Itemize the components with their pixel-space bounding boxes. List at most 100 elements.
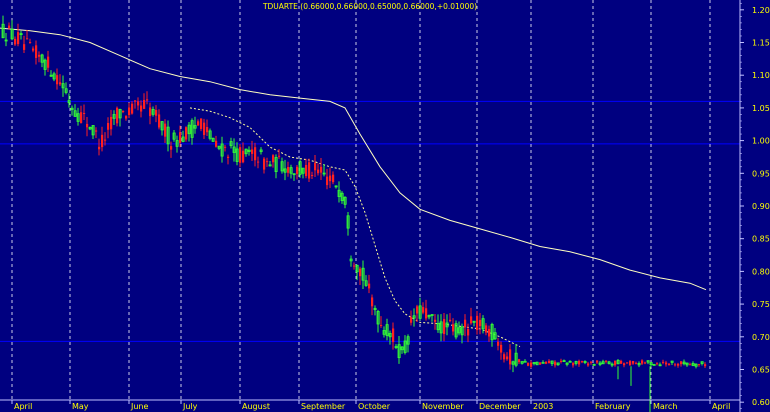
candle-body [17,32,20,45]
candle-body [479,319,482,327]
candle-body [305,165,308,177]
candle-body [311,175,314,177]
y-tick-label: 0.80 [752,267,770,276]
x-tick-label: September [301,402,346,411]
candle-body [578,360,581,365]
candle-body [572,363,575,366]
candle-body [98,146,101,150]
y-tick-label: 0.65 [752,365,770,374]
candle-body [359,268,362,277]
x-tick-label: June [130,402,149,411]
candle-body [320,166,323,173]
candle-body [206,127,209,133]
x-tick-label: July [182,402,198,411]
candle-body [95,130,98,132]
candle-body [26,38,29,40]
candle-body [368,283,371,289]
candle-body [641,360,644,364]
candle-body [242,150,245,163]
price-chart[interactable]: 1.20 1.15 1.10 1.05 1.00 0.95 0.90 0.85 0.80 0.75… [0,0,770,412]
x-tick-label: August [242,402,270,411]
candle-body [317,169,320,174]
candle-body [503,354,506,360]
x-tick-label: November [422,402,464,411]
x-tick-label: May [72,402,89,411]
candle-body [224,146,227,148]
candle-body [197,121,200,126]
candle-body [149,107,152,117]
y-tick-label: 1.10 [752,71,770,80]
candle-body [80,112,83,124]
candle-body [488,329,491,337]
candle-body [674,364,677,366]
y-tick-label: 0.70 [752,333,770,342]
x-tick-label: March [653,402,677,411]
candle-body [587,363,590,366]
candle-body [689,364,692,366]
candle-body [668,363,671,366]
candle-body [677,363,680,366]
candle-body [110,116,113,130]
candle-body [485,325,488,333]
x-tick-label: December [479,402,521,411]
candle-body [416,306,419,314]
candle-body [314,162,317,171]
candle-body [605,360,608,362]
candle-body [704,364,707,367]
candle-body [467,329,470,336]
candle-body [296,166,299,174]
y-tick-label: 0.75 [752,300,770,309]
candle-body [581,361,584,363]
candle-body [287,166,290,173]
candle-body [134,100,137,102]
candle-body [353,265,356,267]
candle-body [680,361,683,365]
candle-body [146,99,149,101]
candle-body [464,319,467,328]
candle-body [443,318,446,335]
candle-body [332,174,335,183]
y-tick-label: 0.95 [752,169,770,178]
y-tick-label: 0.60 [752,398,770,407]
y-tick-label: 1.05 [752,104,770,113]
candle-body [527,363,530,366]
y-tick-label: 1.00 [752,137,770,146]
candle-body [254,147,257,161]
candle-body [410,317,413,323]
candle-body [530,362,533,367]
x-tick-label: February [595,402,631,411]
candle-body [656,363,659,365]
candle-body [101,134,104,148]
candle-body [371,297,374,307]
candle-body [122,110,125,112]
candle-body [131,103,134,114]
candle-body [38,54,41,57]
candle-body [506,356,509,360]
candle-body [635,362,638,364]
candle-body [200,118,203,129]
candle-body [179,132,182,143]
y-tick-label: 0.85 [752,235,770,244]
candle-body [107,122,110,130]
candle-body [14,38,17,45]
candle-body [614,360,617,366]
candle-body [662,361,665,363]
y-tick-label: 1.15 [752,39,770,48]
candle-body [554,361,557,366]
candle-body [632,360,635,364]
candle-body [257,161,260,163]
candle-body [665,362,668,365]
candle-body [518,359,521,363]
candle-body [215,140,218,147]
x-tick-label: 2003 [533,402,553,411]
candle-body [155,109,158,116]
candle-body [422,307,425,313]
candle-body [623,363,626,366]
candle-body [47,56,50,68]
chart-container: 1.20 1.15 1.10 1.05 1.00 0.95 0.90 0.85 0.80 0.75… [0,0,770,412]
x-tick-label: April [14,402,32,411]
candle-body [266,161,269,163]
candle-body [590,361,593,363]
candle-body [35,45,38,58]
candle-body [560,360,563,363]
